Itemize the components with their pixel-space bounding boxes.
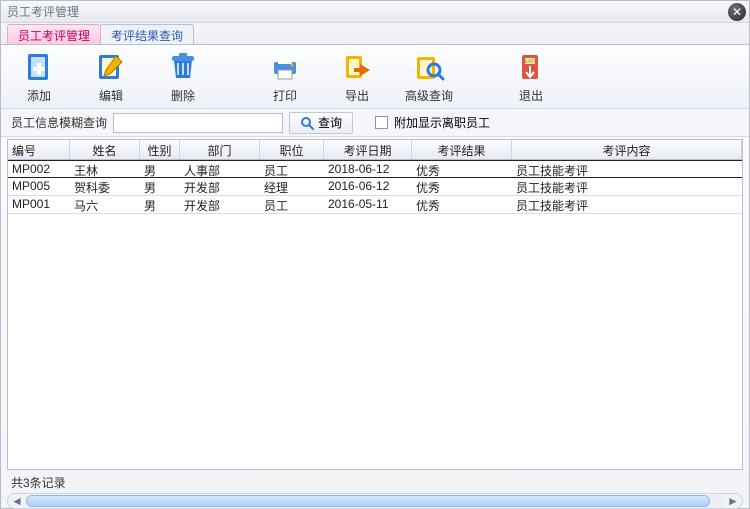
edit-label: 编辑	[99, 87, 123, 104]
search-row: 员工信息模糊查询 查询 附加显示离职员工	[1, 109, 749, 137]
col-id[interactable]: 编号	[8, 140, 70, 159]
delete-label: 删除	[171, 87, 195, 104]
tab-label: 员工考评管理	[18, 29, 90, 43]
col-content[interactable]: 考评内容	[512, 140, 742, 159]
cell: 2016-06-12	[324, 178, 412, 195]
table-row[interactable]: MP002王林男人事部员工2018-06-12优秀员工技能考评	[8, 160, 742, 178]
export-icon	[339, 49, 375, 85]
print-button[interactable]: 打印	[257, 49, 313, 104]
query-label: 查询	[318, 114, 342, 131]
cell: 贺科委	[70, 178, 140, 195]
cell: 男	[140, 161, 180, 177]
cell: 经理	[260, 178, 324, 195]
edit-icon	[93, 49, 129, 85]
cell: 男	[140, 178, 180, 195]
export-button[interactable]: 导出	[329, 49, 385, 104]
cell: 2018-06-12	[324, 161, 412, 177]
show-left-checkbox[interactable]	[375, 116, 388, 129]
cell: 优秀	[412, 161, 512, 177]
tab-label: 考评结果查询	[111, 29, 183, 43]
add-icon	[21, 49, 57, 85]
cell: 人事部	[180, 161, 260, 177]
print-label: 打印	[273, 87, 297, 104]
col-result[interactable]: 考评结果	[412, 140, 512, 159]
cell: 员工技能考评	[512, 161, 742, 177]
table-row[interactable]: MP001马六男开发部员工2016-05-11优秀员工技能考评	[8, 196, 742, 214]
col-dept[interactable]: 部门	[180, 140, 260, 159]
delete-icon	[165, 49, 201, 85]
advanced-query-icon	[411, 49, 447, 85]
cell: 开发部	[180, 196, 260, 213]
tab-evaluation-manage[interactable]: 员工考评管理	[7, 24, 101, 44]
exit-icon: EXIT	[513, 49, 549, 85]
scroll-right-icon[interactable]: ►	[726, 495, 740, 507]
cell: 2016-05-11	[324, 196, 412, 213]
cell: 员工技能考评	[512, 196, 742, 213]
horizontal-scrollbar[interactable]: ◄ ►	[7, 493, 743, 509]
window-title: 员工考评管理	[7, 3, 79, 20]
export-label: 导出	[345, 87, 369, 104]
data-table: 编号 姓名 性别 部门 职位 考评日期 考评结果 考评内容 MP002王林男人事…	[7, 139, 743, 470]
scroll-thumb[interactable]	[26, 495, 710, 507]
show-left-label: 附加显示离职员工	[394, 114, 490, 131]
record-count: 共3条记录	[7, 472, 743, 493]
exit-button[interactable]: EXIT 退出	[503, 49, 559, 104]
cell: 员工	[260, 196, 324, 213]
edit-button[interactable]: 编辑	[83, 49, 139, 104]
delete-button[interactable]: 删除	[155, 49, 211, 104]
scroll-left-icon[interactable]: ◄	[10, 495, 24, 507]
advanced-query-button[interactable]: 高级查询	[401, 49, 457, 104]
cell: 优秀	[412, 178, 512, 195]
advanced-query-label: 高级查询	[405, 87, 453, 104]
footer: 共3条记录 ◄ ►	[7, 472, 743, 502]
table-header: 编号 姓名 性别 部门 职位 考评日期 考评结果 考评内容	[8, 140, 742, 160]
col-gender[interactable]: 性别	[140, 140, 180, 159]
col-title[interactable]: 职位	[260, 140, 324, 159]
table-body: MP002王林男人事部员工2018-06-12优秀员工技能考评MP005贺科委男…	[8, 160, 742, 214]
col-date[interactable]: 考评日期	[324, 140, 412, 159]
cell: 优秀	[412, 196, 512, 213]
cell: MP005	[8, 178, 70, 195]
cell: MP002	[8, 161, 70, 177]
search-label: 员工信息模糊查询	[11, 114, 107, 131]
cell: 王林	[70, 161, 140, 177]
add-label: 添加	[27, 87, 51, 104]
col-name[interactable]: 姓名	[70, 140, 140, 159]
tab-result-query[interactable]: 考评结果查询	[100, 24, 194, 44]
tab-strip: 员工考评管理 考评结果查询	[1, 23, 749, 45]
cell: MP001	[8, 196, 70, 213]
cell: 员工技能考评	[512, 178, 742, 195]
table-row[interactable]: MP005贺科委男开发部经理2016-06-12优秀员工技能考评	[8, 178, 742, 196]
cell: 男	[140, 196, 180, 213]
cell: 马六	[70, 196, 140, 213]
window: 员工考评管理 ✕ 员工考评管理 考评结果查询 添加 编辑 删除	[0, 0, 750, 509]
query-button[interactable]: 查询	[289, 112, 353, 134]
search-input[interactable]	[113, 113, 283, 133]
scroll-track[interactable]	[26, 495, 724, 507]
add-button[interactable]: 添加	[11, 49, 67, 104]
cell: 开发部	[180, 178, 260, 195]
print-icon	[267, 49, 303, 85]
titlebar: 员工考评管理 ✕	[1, 1, 749, 23]
cell: 员工	[260, 161, 324, 177]
svg-text:EXIT: EXIT	[524, 59, 535, 65]
toolbar: 添加 编辑 删除 打印 导出	[1, 45, 749, 109]
search-icon	[300, 116, 314, 130]
exit-label: 退出	[519, 87, 543, 104]
close-icon[interactable]: ✕	[728, 3, 746, 21]
